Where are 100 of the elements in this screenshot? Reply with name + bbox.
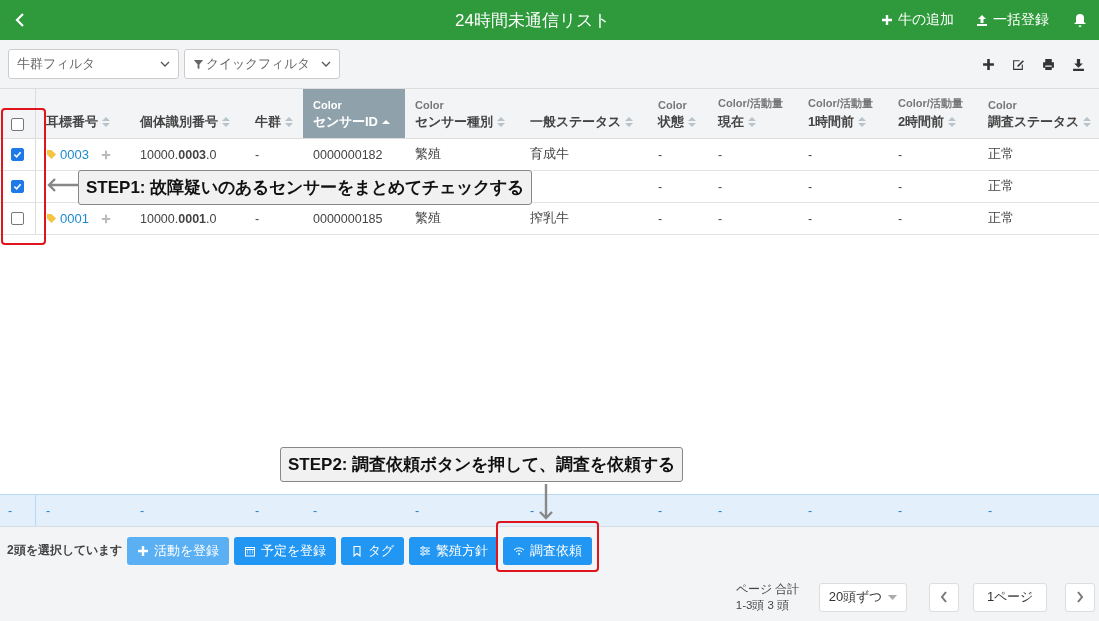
plus-icon xyxy=(136,544,149,557)
page-button[interactable]: 1ページ xyxy=(973,582,1047,612)
summary-cell: - xyxy=(8,503,13,518)
arrow xyxy=(46,178,78,192)
table-cell: 10000.0003.0 xyxy=(140,147,217,162)
chevron-down-icon xyxy=(321,61,331,67)
sort-icon[interactable] xyxy=(1083,116,1091,128)
summary-cell: - xyxy=(530,503,535,518)
per-page-dropdown[interactable]: 20頭ずつ xyxy=(819,582,907,612)
checkbox[interactable] xyxy=(11,180,24,193)
sort-icon[interactable] xyxy=(625,116,633,128)
table-cell: 0000000185 xyxy=(313,211,383,226)
column-header[interactable]: Color 調査ステータス xyxy=(978,89,1099,138)
sort-icon[interactable] xyxy=(102,116,110,128)
page-title: 24時間未通信リスト xyxy=(454,9,611,32)
sort-icon[interactable] xyxy=(948,116,957,128)
column-header[interactable]: Color/活動量 現在 xyxy=(708,89,798,138)
column-header[interactable]: 耳標番号 xyxy=(36,89,130,138)
sort-icon[interactable] xyxy=(222,116,230,128)
table-cell: - xyxy=(658,179,663,194)
filter-dropdown[interactable]: 牛群フィルタ xyxy=(8,49,179,79)
table-cell: - xyxy=(255,147,260,162)
checkbox[interactable] xyxy=(11,212,24,225)
column-header[interactable]: Color/活動量 1時間前 xyxy=(798,89,888,138)
checkbox[interactable] xyxy=(11,118,24,131)
table-cell: - xyxy=(808,147,813,162)
table-cell: 10000.0001.0 xyxy=(140,211,217,226)
arrow xyxy=(538,484,554,521)
summary-cell: - xyxy=(46,503,51,518)
table-cell: 繁殖 xyxy=(415,210,441,227)
header-action-button[interactable]: 一括登録 xyxy=(976,11,1049,29)
table-cell: - xyxy=(898,211,903,226)
summary-cell: - xyxy=(658,503,663,518)
upload-icon xyxy=(976,14,988,26)
tag-icon xyxy=(46,149,57,160)
sort-icon[interactable] xyxy=(858,116,867,128)
table-cell: - xyxy=(898,147,903,162)
back-button[interactable] xyxy=(14,12,26,28)
page-info-label: ページ 合計 xyxy=(735,582,799,597)
sliders-icon xyxy=(418,544,431,557)
table-cell: - xyxy=(898,179,903,194)
sort-icon[interactable] xyxy=(748,116,756,128)
plus-icon xyxy=(100,213,111,224)
edit-icon xyxy=(1012,57,1025,71)
table-cell: - xyxy=(658,147,663,162)
table-cell: - xyxy=(808,179,813,194)
sort-icon[interactable] xyxy=(285,116,293,128)
table-cell: 正常 xyxy=(988,178,1014,195)
sort-icon[interactable] xyxy=(688,116,696,128)
calendar-icon xyxy=(243,544,256,557)
column-header[interactable]: 個体識別番号 xyxy=(130,89,245,138)
chevron-right-icon xyxy=(1076,591,1084,603)
filter-dropdown[interactable]: クイックフィルタ xyxy=(184,49,340,79)
summary-cell: - xyxy=(898,503,903,518)
header-action-button[interactable]: 牛の追加 xyxy=(881,11,954,29)
column-header[interactable]: Color/活動量 2時間前 xyxy=(888,89,978,138)
bell-icon[interactable] xyxy=(1073,12,1087,28)
sort-ascending-icon[interactable] xyxy=(382,119,390,125)
page-range: 1-3頭 3 頭 xyxy=(735,598,791,613)
selection-count: 2頭を選択しています xyxy=(7,542,122,559)
table-cell: - xyxy=(808,211,813,226)
plus-icon xyxy=(881,14,893,26)
table-cell: 正常 xyxy=(988,146,1014,163)
previous-page-button[interactable] xyxy=(929,582,959,612)
summary-cell: - xyxy=(808,503,813,518)
column-header[interactable]: 一般ステータス xyxy=(520,89,648,138)
table-cell: - xyxy=(718,179,723,194)
table-cell: 正常 xyxy=(988,210,1014,227)
ear-tag-link[interactable]: 0003 xyxy=(60,147,89,162)
next-page-button[interactable] xyxy=(1065,582,1095,612)
table-cell: 0000000182 xyxy=(313,147,383,162)
column-header[interactable]: Color 状態 xyxy=(648,89,708,138)
column-header[interactable]: Color センサー種別 xyxy=(405,89,520,138)
ear-tag-link[interactable]: 0001 xyxy=(60,211,89,226)
plus-icon xyxy=(982,57,995,71)
table-cell: 搾乳牛 xyxy=(530,210,569,227)
sort-icon[interactable] xyxy=(497,116,505,128)
summary-cell: - xyxy=(313,503,318,518)
summary-cell: - xyxy=(988,503,993,518)
table-cell: - xyxy=(718,147,723,162)
filter-icon xyxy=(193,58,204,70)
caret-down-icon xyxy=(888,594,898,600)
checkbox[interactable] xyxy=(11,148,24,161)
table-cell: - xyxy=(255,211,260,226)
wifi-icon xyxy=(512,544,525,557)
summary-cell: - xyxy=(718,503,723,518)
plus-icon xyxy=(100,149,111,160)
column-header[interactable]: 牛群 xyxy=(245,89,303,138)
table-cell: - xyxy=(658,211,663,226)
chevron-down-icon xyxy=(160,61,170,67)
table-cell: 繁殖 xyxy=(415,146,441,163)
chevron-left-icon xyxy=(940,591,948,603)
table-cell: 育成牛 xyxy=(530,146,569,163)
summary-cell: - xyxy=(415,503,420,518)
summary-cell: - xyxy=(255,503,260,518)
callout: STEP1: 故障疑いのあるセンサーをまとめてチェックする xyxy=(78,170,533,205)
download-icon xyxy=(1072,57,1085,71)
summary-cell: - xyxy=(140,503,145,518)
print-icon xyxy=(1042,57,1055,71)
table-cell: - xyxy=(718,211,723,226)
